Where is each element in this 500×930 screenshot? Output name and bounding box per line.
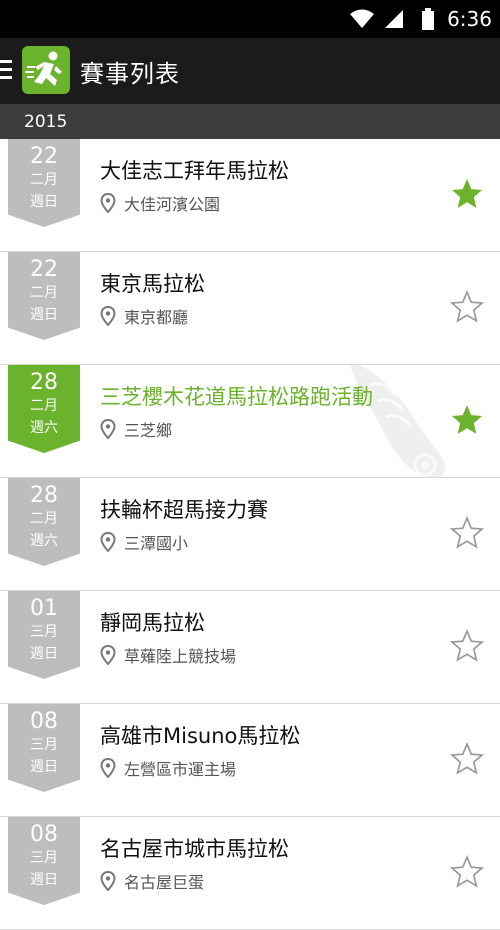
location-pin-icon: [100, 645, 116, 665]
list-item[interactable]: 22 二月 週日 東京馬拉松 東京都廳: [0, 252, 500, 365]
date-day: 08: [30, 822, 58, 847]
date-weekday: 週日: [30, 646, 58, 662]
location-row: 大佳河濱公園: [100, 191, 220, 215]
date-day: 28: [30, 370, 58, 395]
star-outline-icon[interactable]: [450, 516, 484, 550]
date-month: 二月: [30, 511, 58, 527]
event-title: 三芝櫻木花道馬拉松路跑活動: [100, 385, 373, 409]
drawer-menu-icon[interactable]: [0, 60, 12, 80]
event-title: 名古屋市城市馬拉松: [100, 837, 289, 861]
date-day: 22: [30, 144, 58, 169]
star-filled-icon[interactable]: [450, 177, 484, 211]
star-outline-icon[interactable]: [450, 855, 484, 889]
date-badge: 22 二月 週日: [8, 252, 80, 340]
location-pin-icon: [100, 758, 116, 778]
date-badge: 08 三月 週日: [8, 704, 80, 792]
section-header: 2015: [0, 104, 500, 139]
date-day: 08: [30, 709, 58, 734]
status-time: 6:36: [447, 7, 492, 31]
list-item[interactable]: 08 三月 週日 高雄市Misuno馬拉松 左營區市運主場: [0, 704, 500, 817]
date-weekday: 週日: [30, 872, 58, 888]
wifi-icon: [350, 9, 375, 28]
date-badge: 22 二月 週日: [8, 139, 80, 227]
date-day: 28: [30, 483, 58, 508]
date-month: 三月: [30, 737, 58, 753]
date-badge: 28 二月 週六: [8, 478, 80, 566]
list-item[interactable]: 28 二月 週六 三芝櫻木花道馬拉松路跑活動 三芝鄉: [0, 365, 500, 478]
location-row: 草薙陸上競技場: [100, 643, 236, 667]
event-location: 左營區市運主場: [124, 760, 237, 779]
event-title: 大佳志工拜年馬拉松: [100, 159, 289, 183]
date-weekday: 週六: [30, 420, 58, 436]
star-outline-icon[interactable]: [450, 742, 484, 776]
date-weekday: 週日: [30, 759, 58, 775]
date-badge: 08 三月 週日: [8, 817, 80, 905]
status-icons: 6:36: [349, 0, 492, 38]
signal-icon: [385, 10, 404, 28]
event-location: 東京都廳: [124, 308, 189, 327]
location-row: 名古屋巨蛋: [100, 869, 204, 893]
runner-icon[interactable]: [22, 46, 70, 94]
event-list: 22 二月 週日 大佳志工拜年馬拉松 大佳河濱公園 22 二月 週日 東京馬拉松…: [0, 139, 500, 930]
list-item[interactable]: 28 二月 週六 扶輪杯超馬接力賽 三潭國小: [0, 478, 500, 591]
location-pin-icon: [100, 306, 116, 326]
location-row: 東京都廳: [100, 304, 188, 328]
app-bar: 賽事列表: [0, 38, 500, 104]
status-bar: 6:36: [0, 0, 500, 38]
battery-icon: [422, 8, 435, 30]
date-month: 二月: [30, 172, 58, 188]
date-month: 二月: [30, 285, 58, 301]
event-location: 草薙陸上競技場: [124, 647, 237, 666]
date-weekday: 週日: [30, 307, 58, 323]
event-title: 靜岡馬拉松: [100, 611, 205, 635]
event-location: 大佳河濱公園: [124, 195, 221, 214]
date-day: 22: [30, 257, 58, 282]
star-outline-icon[interactable]: [450, 290, 484, 324]
list-item[interactable]: 08 三月 週日 名古屋市城市馬拉松 名古屋巨蛋: [0, 817, 500, 930]
date-month: 三月: [30, 624, 58, 640]
date-badge: 28 二月 週六: [8, 365, 80, 453]
location-row: 左營區市運主場: [100, 756, 236, 780]
date-month: 二月: [30, 398, 58, 414]
date-month: 三月: [30, 850, 58, 866]
list-item[interactable]: 22 二月 週日 大佳志工拜年馬拉松 大佳河濱公園: [0, 139, 500, 252]
event-location: 三潭國小: [124, 534, 189, 553]
event-location: 名古屋巨蛋: [124, 873, 205, 892]
list-item[interactable]: 01 三月 週日 靜岡馬拉松 草薙陸上競技場: [0, 591, 500, 704]
event-title: 東京馬拉松: [100, 272, 205, 296]
location-row: 三潭國小: [100, 530, 188, 554]
date-weekday: 週日: [30, 194, 58, 210]
location-pin-icon: [100, 532, 116, 552]
date-badge: 01 三月 週日: [8, 591, 80, 679]
location-row: 三芝鄉: [100, 417, 172, 441]
location-pin-icon: [100, 193, 116, 213]
date-day: 01: [30, 596, 58, 621]
page-title: 賽事列表: [80, 60, 180, 88]
section-year: 2015: [24, 112, 68, 132]
event-location: 三芝鄉: [124, 421, 173, 440]
date-weekday: 週六: [30, 533, 58, 549]
location-pin-icon: [100, 871, 116, 891]
star-outline-icon[interactable]: [450, 629, 484, 663]
location-pin-icon: [100, 419, 116, 439]
event-title: 扶輪杯超馬接力賽: [100, 498, 268, 522]
star-filled-icon[interactable]: [450, 403, 484, 437]
event-title: 高雄市Misuno馬拉松: [100, 724, 301, 748]
